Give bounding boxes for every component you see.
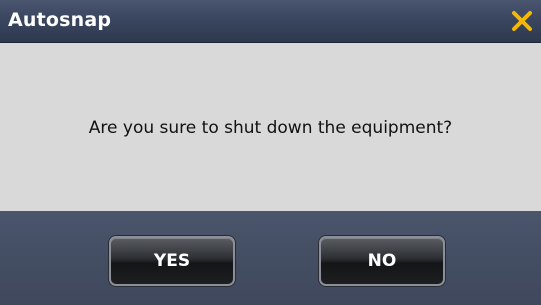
close-icon[interactable] [509, 8, 535, 34]
button-bar: YES NO [0, 211, 541, 305]
dialog-body: Are you sure to shut down the equipment? [0, 43, 541, 211]
dialog-title: Autosnap [8, 9, 112, 31]
no-button[interactable]: NO [319, 236, 445, 286]
confirmation-message: Are you sure to shut down the equipment? [88, 118, 453, 138]
yes-button[interactable]: YES [109, 236, 235, 286]
title-bar: Autosnap [0, 0, 541, 43]
confirm-dialog: Autosnap Are you sure to shut down the e… [0, 0, 541, 305]
